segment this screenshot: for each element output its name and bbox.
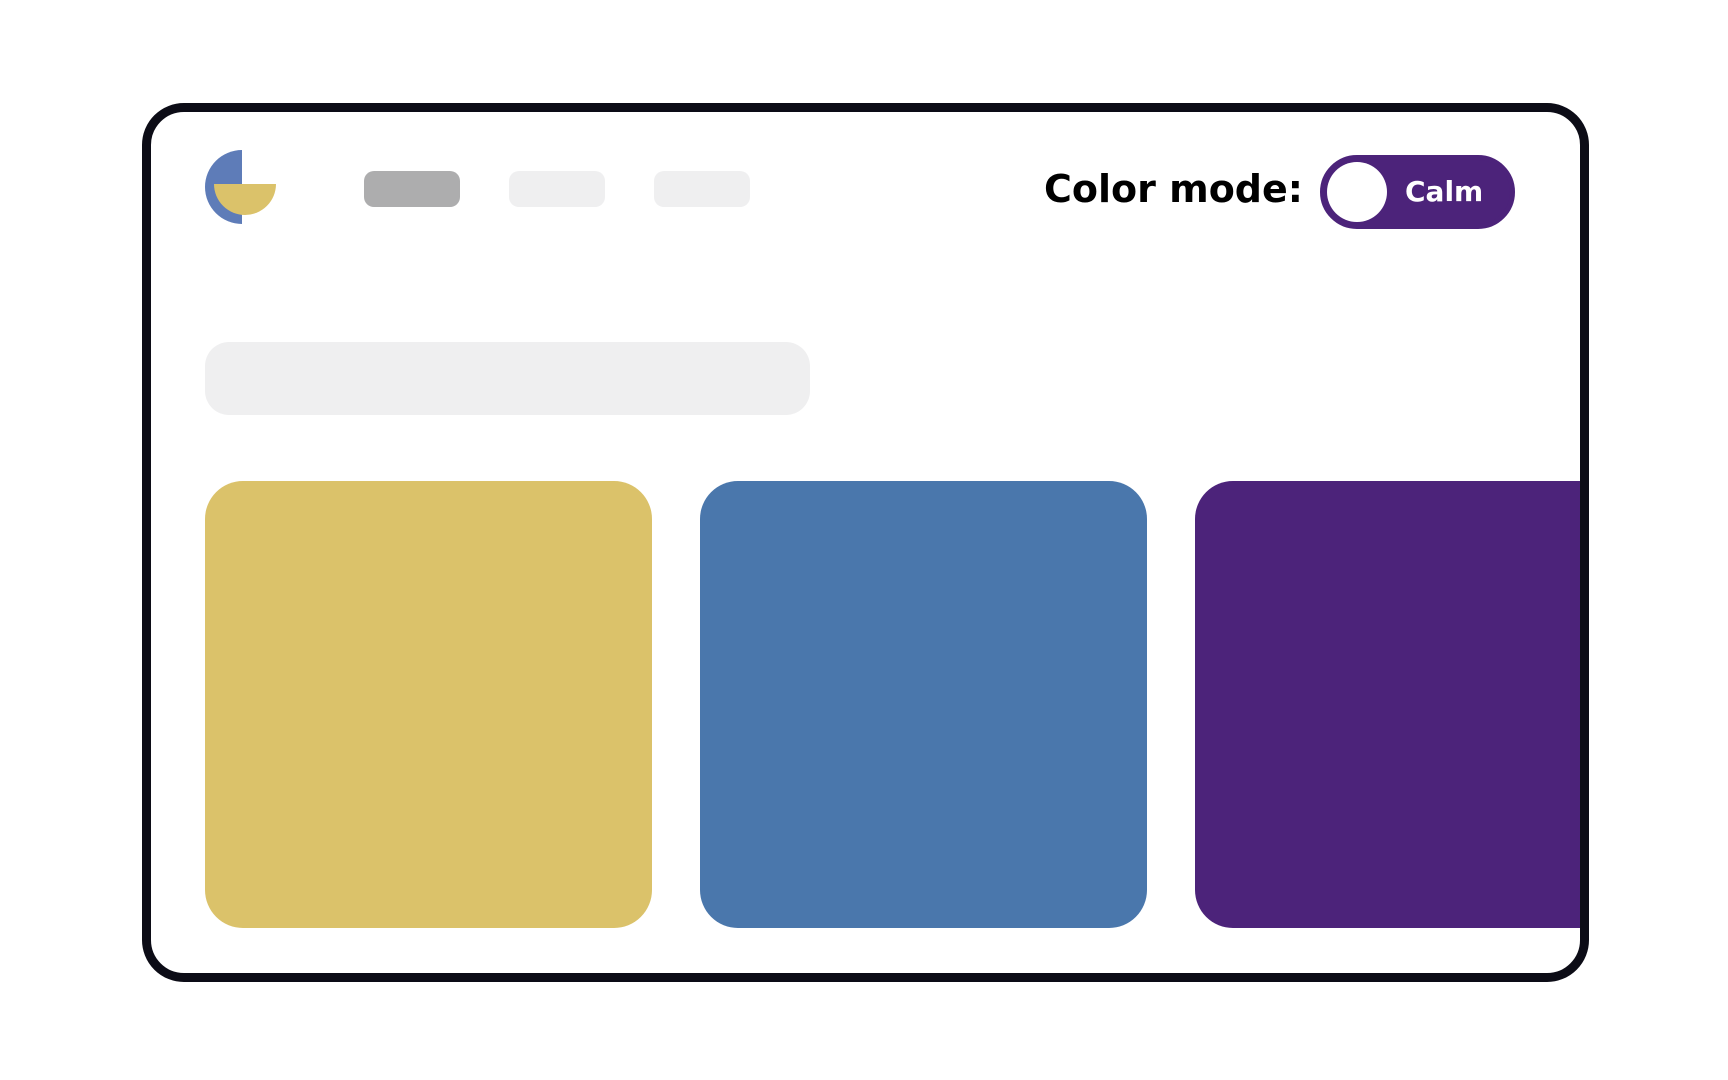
card-2[interactable] xyxy=(700,481,1147,928)
nav-item-2[interactable] xyxy=(509,171,605,207)
brand-logo-icon[interactable] xyxy=(205,150,277,224)
toggle-value-label: Calm xyxy=(1405,175,1484,208)
color-mode-toggle[interactable]: Calm xyxy=(1320,155,1515,229)
card-3[interactable] xyxy=(1195,481,1580,928)
app-window: Color mode: Calm xyxy=(142,103,1589,982)
nav-item-3[interactable] xyxy=(654,171,750,207)
nav-item-1[interactable] xyxy=(364,171,460,207)
search-bar-placeholder[interactable] xyxy=(205,342,810,415)
color-mode-label: Color mode: xyxy=(1044,167,1303,211)
toggle-knob[interactable] xyxy=(1327,162,1387,222)
card-1[interactable] xyxy=(205,481,652,928)
